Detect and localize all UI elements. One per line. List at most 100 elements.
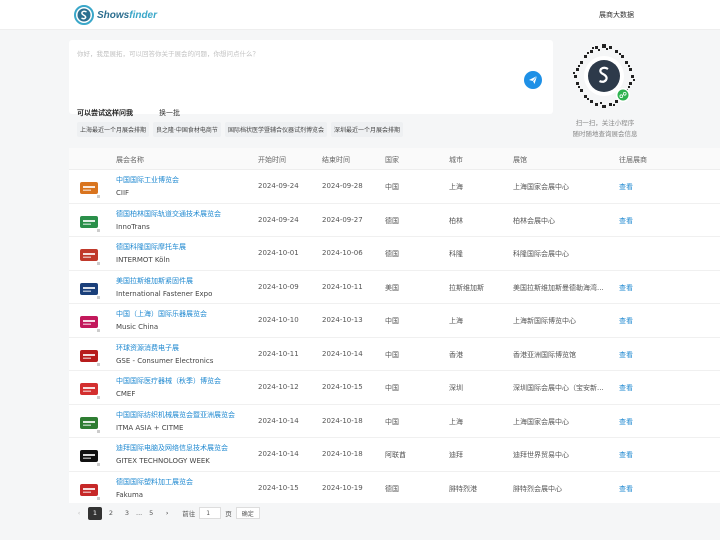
cell-country: 阿联酋 <box>385 451 406 459</box>
cell-venue: 迪拜世界贸易中心 <box>513 451 569 459</box>
nav-exhibitor-data-link[interactable]: 展商大数据 <box>599 10 634 20</box>
cell-venue: 深圳国际会展中心（宝安新... <box>513 384 604 392</box>
exhibition-logo-icon <box>77 479 101 501</box>
cell-country: 中国 <box>385 183 399 191</box>
cell-country: 美国 <box>385 283 399 292</box>
exhibition-name-link[interactable]: 德国国际塑料加工展览会 <box>116 477 193 487</box>
view-past-exhibitors-link[interactable]: 查看 <box>619 283 633 293</box>
exhibition-name-link[interactable]: 中国国际医疗器械（秋季）博览会 <box>116 376 221 386</box>
cell-start-date: 2024-10-15 <box>258 483 299 492</box>
page-button[interactable]: 1 <box>88 506 102 520</box>
cell-end-date: 2024-10-18 <box>322 450 363 458</box>
ask-textarea[interactable]: 你好，我是展拓，可以回答你关于展会的问题，你想问点什么？ <box>69 40 553 114</box>
page-button[interactable]: 2 <box>104 507 118 520</box>
view-past-exhibitors-link[interactable]: 查看 <box>619 182 633 192</box>
prev-page-button[interactable]: ‹ <box>72 507 86 520</box>
cell-venue: 香港亚洲国际博览馆 <box>513 350 576 359</box>
cell-city: 迪拜 <box>449 451 463 459</box>
cell-start-date: 2024-10-09 <box>258 282 299 291</box>
next-page-button[interactable]: › <box>160 507 174 520</box>
cell-city: 上海 <box>449 183 463 191</box>
exhibition-name-link[interactable]: 美国拉斯维加斯紧固件展 <box>116 276 193 286</box>
cell-venue: 科隆国际会展中心 <box>513 250 569 258</box>
goto-page-input[interactable] <box>199 507 222 519</box>
table-row[interactable]: 中国国际工业博览会 CIIF 2024-09-24 2024-09-28 中国 上海 上海国… <box>69 170 720 204</box>
showsfinder-logo-icon <box>74 5 94 25</box>
cell-city: 深圳 <box>449 384 463 392</box>
brand-name: Showsfinder <box>97 9 158 21</box>
top-bar: Showsfinder 展商大数据 <box>0 0 720 30</box>
page-button[interactable]: 5 <box>144 507 158 520</box>
suggestion-chip[interactable]: 良之隆·中国食材电商节 <box>153 122 221 137</box>
cell-end-date: 2024-10-19 <box>322 483 363 492</box>
exhibitions-table: 展会名称 开始时间 结束时间 国家 城市 展馆 往届展商 中国国际工业博览会 CI… <box>69 148 720 503</box>
send-button[interactable] <box>524 71 542 89</box>
exhibition-logo-icon <box>77 244 101 266</box>
table-row[interactable]: 美国拉斯维加斯紧固件展 International Fastener Expo 20… <box>69 271 720 304</box>
paper-plane-icon <box>529 75 538 84</box>
exhibition-logo-icon <box>77 412 101 434</box>
table-row[interactable]: 中国国际医疗器械（秋季）博览会 CMEF 2024-10-12 2024-10-15 中… <box>69 371 720 405</box>
exhibition-logo-icon <box>77 345 101 367</box>
exhibition-name-link[interactable]: 中国（上海）国际乐器展览会 <box>116 309 207 319</box>
exhibition-name-link[interactable]: 中国国际工业博览会 <box>116 175 179 185</box>
view-past-exhibitors-link[interactable]: 查看 <box>619 450 633 460</box>
cell-country: 德国 <box>385 484 399 493</box>
exhibition-name-link[interactable]: 德国科隆国际摩托车展 <box>116 242 186 252</box>
cell-start-date: 2024-10-14 <box>258 416 299 425</box>
col-header-past-exhibitors: 往届展商 <box>619 156 647 164</box>
miniprogram-caption-2: 随时随地查询展会信息 <box>572 130 638 138</box>
miniprogram-qr-code <box>571 43 637 109</box>
brand-logo[interactable]: Showsfinder <box>74 5 157 25</box>
cell-country: 德国 <box>385 216 399 225</box>
cell-start-date: 2024-10-12 <box>258 383 299 391</box>
cell-city: 腓特烈港 <box>449 484 477 493</box>
cell-end-date: 2024-09-28 <box>322 182 363 190</box>
exhibition-english-name: GITEX TECHNOLOGY WEEK <box>116 457 210 465</box>
cell-start-date: 2024-10-14 <box>258 450 299 458</box>
exhibition-english-name: CMEF <box>116 390 136 398</box>
cell-end-date: 2024-10-15 <box>322 383 363 391</box>
cell-venue: 上海国家会展中心 <box>513 417 569 426</box>
cell-end-date: 2024-10-18 <box>322 416 363 425</box>
view-past-exhibitors-link[interactable]: 查看 <box>619 216 633 226</box>
view-past-exhibitors-link[interactable]: 查看 <box>619 383 633 393</box>
col-header-end: 结束时间 <box>322 156 350 164</box>
table-header: 展会名称 开始时间 结束时间 国家 城市 展馆 往届展商 <box>69 148 720 170</box>
cell-city: 柏林 <box>449 216 463 225</box>
col-header-city: 城市 <box>449 156 463 164</box>
col-header-name: 展会名称 <box>116 156 144 164</box>
suggestion-chip[interactable]: 上海最近一个月展会排期 <box>77 122 150 137</box>
exhibition-name-link[interactable]: 环球资源消费电子展 <box>116 343 179 353</box>
exhibition-english-name: CIIF <box>116 189 130 197</box>
goto-suffix: 页 <box>225 510 232 518</box>
exhibition-name-link[interactable]: 德国柏林国际轨道交通技术展览会 <box>116 209 221 219</box>
table-row[interactable]: 迪拜国际电脑及网络信息技术展览会 GITEX TECHNOLOGY WEEK 202… <box>69 438 720 472</box>
miniprogram-caption-1: 扫一扫，关注小程序 <box>575 119 635 127</box>
exhibition-name-link[interactable]: 中国国际纺织机械展览会暨亚洲展览会 <box>116 410 235 420</box>
view-past-exhibitors-link[interactable]: 查看 <box>619 316 633 326</box>
cell-city: 拉斯维加斯 <box>449 283 484 292</box>
table-row[interactable]: 中国国际纺织机械展览会暨亚洲展览会 ITMA ASIA + CITME 2024-1… <box>69 405 720 438</box>
suggestion-chips: 上海最近一个月展会排期 良之隆·中国食材电商节 国际档状医学暨辅合仪器试剂博览会… <box>77 122 403 137</box>
suggestion-chip[interactable]: 深圳最近一个月展会排期 <box>330 122 403 137</box>
table-row[interactable]: 德国科隆国际摩托车展 INTERMOT Köln 2024-10-01 2024-10… <box>69 237 720 271</box>
view-past-exhibitors-link[interactable]: 查看 <box>619 417 633 427</box>
table-row[interactable]: 环球资源消费电子展 GSE - Consumer Electronics 2024-… <box>69 338 720 371</box>
col-header-venue: 展馆 <box>513 156 527 164</box>
cell-start-date: 2024-10-10 <box>258 316 299 324</box>
suggestion-chip[interactable]: 国际档状医学暨辅合仪器试剂博览会 <box>224 122 327 137</box>
cell-end-date: 2024-09-27 <box>322 215 363 224</box>
refresh-suggestions-link[interactable]: 换一批 <box>159 108 180 118</box>
cell-city: 香港 <box>449 350 463 359</box>
view-past-exhibitors-link[interactable]: 查看 <box>619 484 633 494</box>
exhibition-name-link[interactable]: 迪拜国际电脑及网络信息技术展览会 <box>116 443 228 453</box>
table-row[interactable]: 德国柏林国际轨道交通技术展览会 InnoTrans 2024-09-24 2024-0… <box>69 204 720 237</box>
view-past-exhibitors-link[interactable]: 查看 <box>619 350 633 360</box>
goto-confirm-button[interactable]: 确定 <box>235 507 260 519</box>
page-button[interactable]: 3 <box>120 507 134 520</box>
table-row[interactable]: 中国（上海）国际乐器展览会 Music China 2024-10-10 2024-1… <box>69 304 720 338</box>
table-row[interactable]: 德国国际塑料加工展览会 Fakuma 2024-10-15 2024-10-19 德国 腓… <box>69 472 720 504</box>
cell-venue: 美国拉斯维加斯曼德勒海湾... <box>513 283 604 292</box>
ask-placeholder: 你好，我是展拓，可以回答你关于展会的问题，你想问点什么？ <box>77 50 259 58</box>
